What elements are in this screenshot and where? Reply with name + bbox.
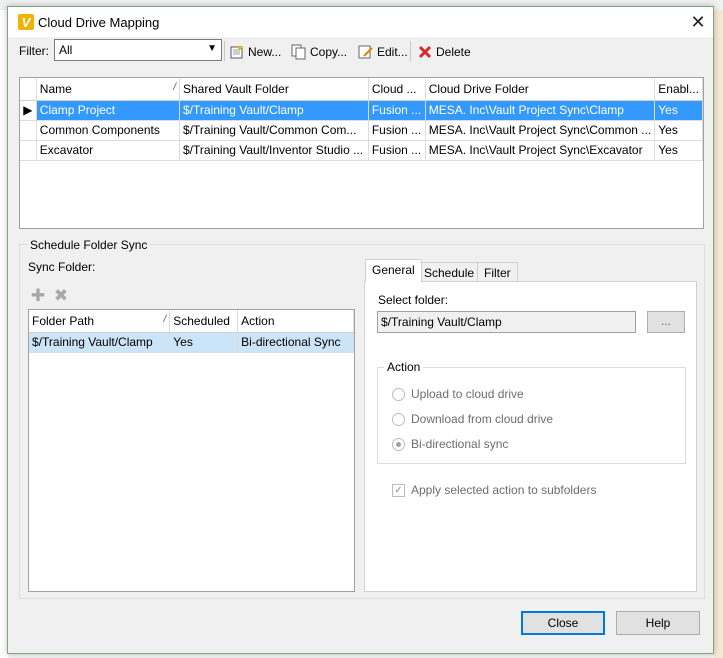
toolbar: Filter: All ▼ New... Copy... Edit... Del… — [8, 38, 713, 64]
mappings-header-row: Name / Shared Vault Folder Cloud ... Clou… — [20, 78, 703, 101]
cell-cloud-folder: MESA. Inc\Vault Project Sync\Clamp — [425, 100, 656, 121]
filter-value: All — [59, 43, 73, 57]
copy-button[interactable]: Copy... — [291, 42, 347, 62]
cell-name: Common Components — [36, 120, 181, 141]
browse-button[interactable]: ... — [647, 311, 685, 333]
cell-name: Clamp Project — [36, 100, 181, 121]
radio-button[interactable] — [392, 387, 405, 401]
title-bar: V Cloud Drive Mapping ✕ — [8, 7, 713, 37]
filter-label: Filter: — [19, 44, 49, 58]
general-tab-panel: Select folder: $/Training Vault/Clamp ..… — [364, 281, 697, 592]
dialog-title: Cloud Drive Mapping — [38, 15, 160, 30]
edit-button-label: Edit... — [377, 45, 408, 59]
copy-button-label: Copy... — [310, 45, 348, 59]
tab-general[interactable]: General — [365, 259, 422, 282]
table-row[interactable]: Excavator $/Training Vault/Inventor Stud… — [20, 140, 703, 161]
new-button[interactable]: New... — [229, 42, 281, 62]
column-header-shared-vault-folder[interactable]: Shared Vault Folder — [179, 78, 369, 101]
cell-scheduled: Yes — [169, 332, 239, 353]
row-header — [20, 120, 37, 141]
edit-icon — [358, 44, 374, 60]
tab-schedule[interactable]: Schedule — [417, 262, 482, 282]
sync-folder-label: Sync Folder: — [28, 260, 96, 274]
row-header — [20, 140, 37, 161]
new-document-icon — [229, 44, 245, 60]
sync-folder-table: Folder Path / Scheduled Action $/Training… — [29, 310, 354, 353]
column-header-enabled[interactable]: Enabl... — [654, 78, 703, 101]
radio-label: Download from cloud drive — [411, 412, 554, 426]
cloud-drive-mapping-dialog: V Cloud Drive Mapping ✕ Filter: All ▼ Ne… — [7, 6, 714, 654]
mappings-table: Name / Shared Vault Folder Cloud ... Clou… — [20, 78, 703, 161]
cell-cloud-folder: MESA. Inc\Vault Project Sync\Excavator — [425, 140, 656, 161]
table-row[interactable]: Common Components $/Training Vault/Commo… — [20, 120, 703, 141]
column-header-cloud-drive-folder[interactable]: Cloud Drive Folder — [425, 78, 656, 101]
close-button[interactable]: Close — [521, 611, 605, 635]
radio-button[interactable] — [392, 412, 405, 426]
cell-cloud-folder: MESA. Inc\Vault Project Sync\Common ... — [425, 120, 656, 141]
cell-name: Excavator — [36, 140, 181, 161]
cell-vault-folder: $/Training Vault/Clamp — [179, 100, 369, 121]
select-folder-label: Select folder: — [378, 293, 449, 307]
sync-folder-grid: Folder Path / Scheduled Action $/Training… — [28, 309, 355, 592]
radio-button-selected[interactable] — [392, 437, 405, 451]
add-sync-folder-icon[interactable]: ✚ — [30, 287, 46, 304]
cell-cloud: Fusion ... — [368, 140, 426, 161]
action-group-title: Action — [384, 360, 424, 374]
cell-enabled: Yes — [654, 100, 703, 121]
cell-vault-folder: $/Training Vault/Common Com... — [179, 120, 369, 141]
chevron-down-icon: ▼ — [207, 43, 217, 54]
column-header-cloud[interactable]: Cloud ... — [368, 78, 426, 101]
column-header-action[interactable]: Action — [237, 310, 354, 333]
toolbar-separator — [410, 41, 411, 61]
radio-label: Bi-directional sync — [411, 437, 509, 451]
delete-button-label: Delete — [436, 45, 471, 59]
tab-filter[interactable]: Filter — [477, 262, 518, 282]
action-group: Action Upload to cloud drive Download fr… — [377, 360, 686, 464]
toolbar-separator — [224, 41, 225, 61]
select-folder-field[interactable]: $/Training Vault/Clamp — [377, 311, 636, 333]
background-right-edge — [714, 10, 723, 658]
cell-vault-folder: $/Training Vault/Inventor Studio ... — [179, 140, 369, 161]
column-header-name[interactable]: Name / — [36, 78, 181, 101]
schedule-folder-sync-title: Schedule Folder Sync — [28, 238, 150, 252]
sort-icon: / — [173, 81, 176, 93]
current-row-indicator-icon: ▶ — [20, 100, 37, 121]
delete-icon — [417, 44, 433, 60]
vault-app-icon: V — [18, 14, 34, 30]
close-icon[interactable]: ✕ — [688, 12, 708, 32]
radio-download-from-cloud-drive[interactable]: Download from cloud drive — [392, 412, 553, 426]
column-header-scheduled[interactable]: Scheduled — [169, 310, 239, 333]
sort-icon: / — [163, 313, 167, 325]
help-button[interactable]: Help — [616, 611, 700, 635]
apply-to-subfolders-checkbox[interactable]: ✓ Apply selected action to subfolders — [392, 483, 596, 497]
cell-enabled: Yes — [654, 120, 703, 141]
copy-icon — [291, 44, 307, 60]
new-button-label: New... — [248, 45, 282, 59]
filter-dropdown[interactable]: All ▼ — [54, 39, 222, 61]
remove-sync-folder-icon[interactable]: ✖ — [53, 287, 69, 304]
cell-cloud: Fusion ... — [368, 100, 426, 121]
delete-button[interactable]: Delete — [417, 42, 471, 62]
row-header-corner — [20, 78, 37, 101]
mappings-grid: Name / Shared Vault Folder Cloud ... Clou… — [19, 77, 704, 229]
sync-folder-header-row: Folder Path / Scheduled Action — [29, 310, 354, 333]
checkmark-icon[interactable]: ✓ — [392, 483, 405, 497]
column-header-folder-path[interactable]: Folder Path / — [29, 310, 171, 333]
cell-action: Bi-directional Sync — [237, 332, 354, 353]
cell-enabled: Yes — [654, 140, 703, 161]
edit-button[interactable]: Edit... — [358, 42, 408, 62]
cell-cloud: Fusion ... — [368, 120, 426, 141]
radio-bi-directional-sync[interactable]: Bi-directional sync — [392, 437, 508, 451]
table-row[interactable]: ▶ Clamp Project $/Training Vault/Clamp F… — [20, 100, 703, 121]
radio-label: Upload to cloud drive — [411, 387, 524, 401]
cell-folder-path: $/Training Vault/Clamp — [29, 332, 171, 353]
apply-to-subfolders-label: Apply selected action to subfolders — [411, 483, 597, 497]
table-row[interactable]: $/Training Vault/Clamp Yes Bi-directiona… — [29, 332, 354, 353]
radio-upload-to-cloud-drive[interactable]: Upload to cloud drive — [392, 387, 524, 401]
